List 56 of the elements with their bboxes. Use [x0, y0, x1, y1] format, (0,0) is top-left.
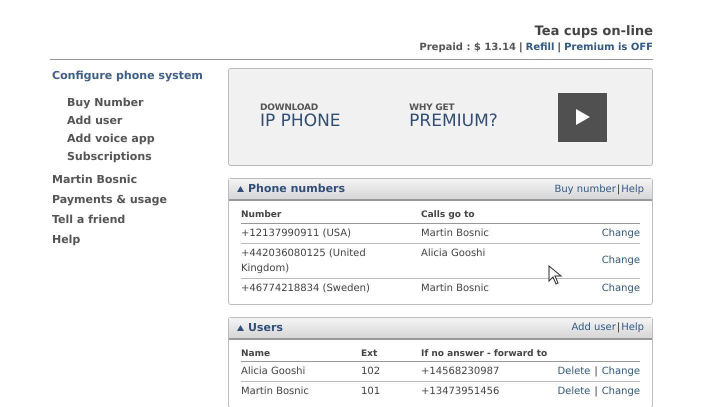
link[interactable]: Change	[602, 280, 640, 296]
separator: |	[616, 321, 620, 336]
separator: |	[557, 41, 562, 56]
table-cell-text: 101	[361, 385, 380, 400]
panel-title: Users	[248, 320, 283, 336]
sidebar-link[interactable]: Add user	[67, 114, 122, 128]
panel-title: Phone numbers	[248, 181, 346, 197]
link[interactable]: Refill	[526, 40, 554, 56]
sidebar-link[interactable]: Help	[52, 233, 80, 246]
cursor-icon	[548, 265, 562, 285]
link[interactable]: Add user	[571, 320, 616, 336]
separator: |	[594, 385, 598, 400]
separator: |	[519, 41, 523, 56]
link[interactable]: Premium is OFF	[564, 40, 653, 56]
column-header: If no answer - forward to	[421, 348, 548, 361]
link[interactable]: Delete	[557, 364, 590, 380]
table-cell-text: +14568230987	[421, 365, 500, 380]
promo-link[interactable]: DOWNLOAD IP PHONE	[260, 104, 410, 130]
balance-text: Prepaid : $ 13.14	[419, 41, 516, 56]
play-button[interactable]	[558, 92, 607, 142]
link[interactable]: Delete	[557, 384, 590, 400]
link[interactable]: Buy number	[554, 182, 616, 197]
play-icon	[576, 109, 590, 126]
table-cell-text: +12137990911 (USA)	[241, 226, 352, 241]
sidebar-link[interactable]: Buy Number	[67, 96, 144, 110]
link[interactable]: Change	[602, 253, 640, 268]
link[interactable]: Change	[602, 384, 640, 400]
table-cell-text: +442036080125 (United Kingdom)	[241, 246, 367, 276]
sidebar-link[interactable]: Configure phone system	[52, 69, 203, 82]
column-header: Name	[241, 348, 272, 361]
table-cell-text: Martin Bosnic	[421, 282, 489, 296]
link[interactable]: Help	[621, 182, 644, 197]
promo-link[interactable]: WHY GET PREMIUM?	[409, 104, 558, 130]
site-title: Tea cups on-line	[534, 24, 653, 40]
sidebar-link[interactable]: Martin Bosnic	[52, 173, 138, 186]
collapse-icon[interactable]	[237, 186, 244, 192]
table-cell-text: +13473951456	[421, 385, 500, 400]
sidebar-link[interactable]: Add voice app	[67, 132, 155, 146]
separator: |	[616, 182, 620, 197]
column-header: Number	[241, 209, 282, 222]
table-cell-text: 102	[361, 365, 380, 380]
sidebar-link[interactable]: Tell a friend	[52, 213, 126, 226]
sidebar-link[interactable]: Payments & usage	[52, 193, 167, 206]
table-cell-text: Alicia Gooshi	[421, 246, 486, 261]
sidebar-link[interactable]: Subscriptions	[67, 150, 152, 164]
link[interactable]: Help	[621, 320, 644, 336]
table-cell-text: Martin Bosnic	[241, 385, 309, 400]
column-header: Calls go to	[421, 209, 476, 222]
column-header: Ext	[361, 348, 378, 361]
link[interactable]: Change	[602, 226, 640, 241]
table-cell-text: Martin Bosnic	[421, 226, 489, 241]
table-cell-text: +46774218834 (Sweden)	[241, 282, 370, 296]
collapse-icon[interactable]	[237, 324, 244, 331]
table-cell-text: Alicia Gooshi	[241, 365, 306, 380]
link[interactable]: Change	[602, 364, 640, 380]
separator: |	[594, 365, 598, 380]
